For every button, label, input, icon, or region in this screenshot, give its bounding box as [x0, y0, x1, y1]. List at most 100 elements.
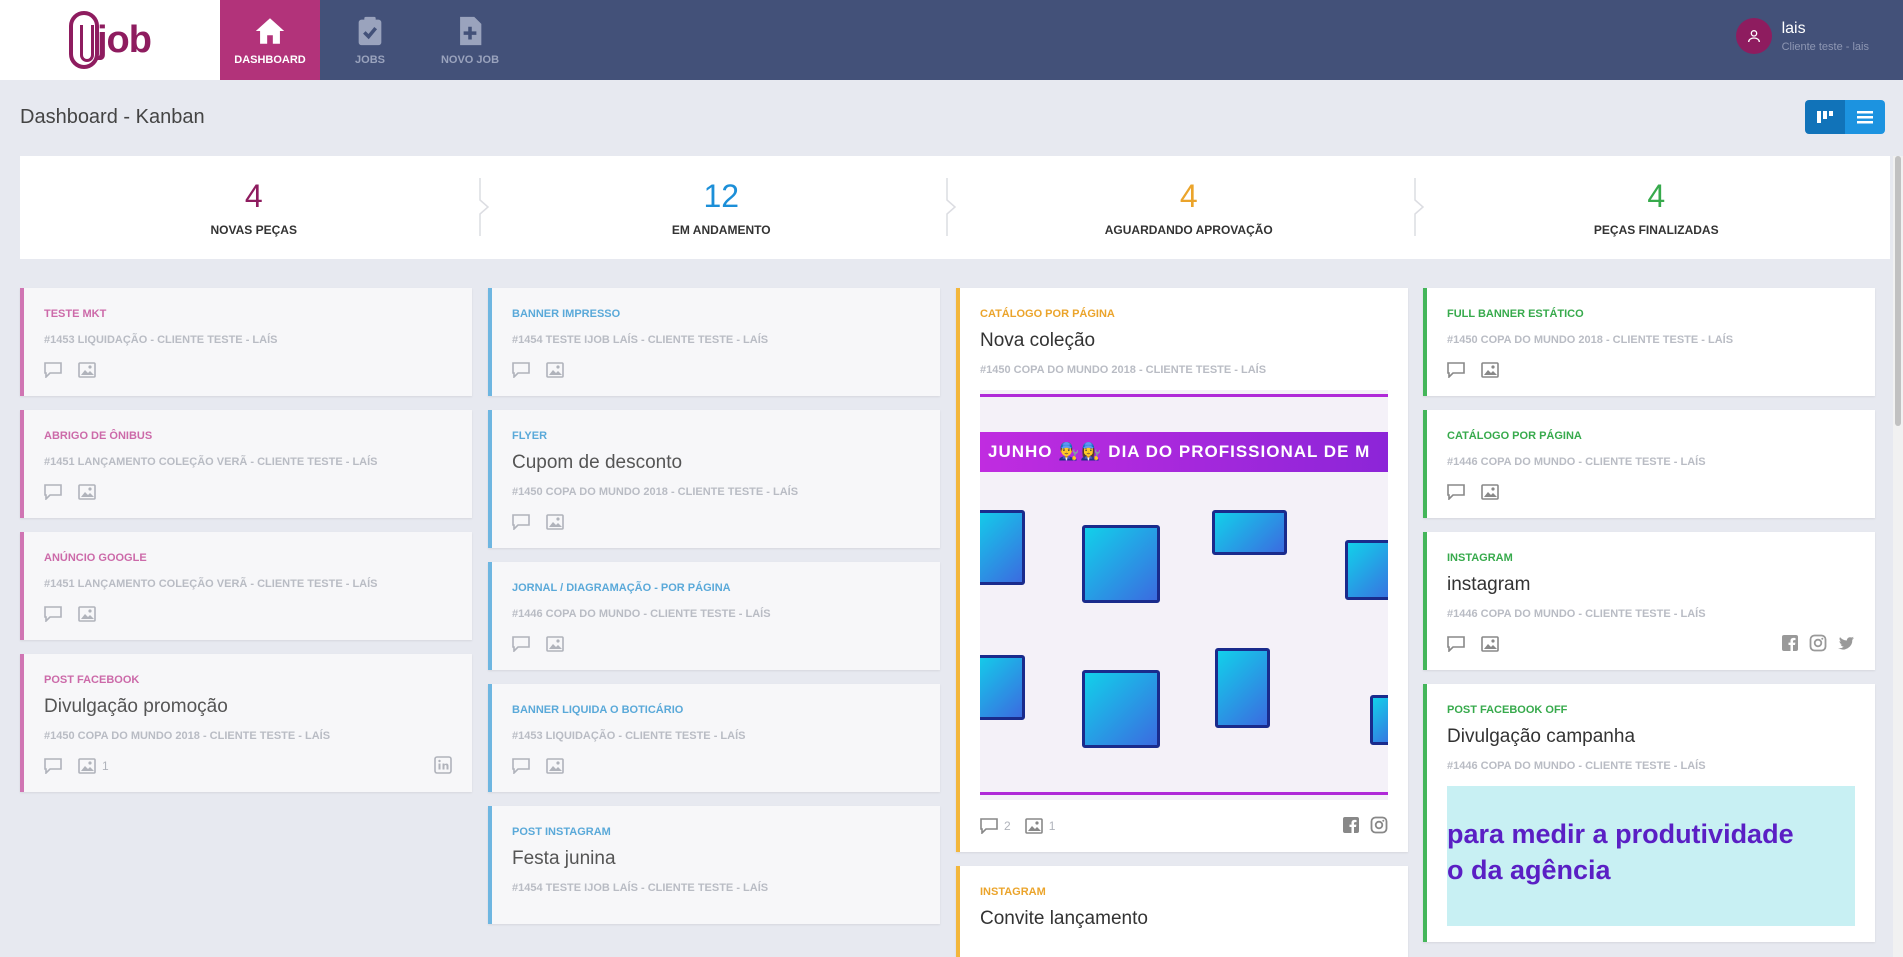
card-meta: 2 1 — [980, 816, 1388, 836]
column-aguardando-aprovacao: CATÁLOGO POR PÁGINA Nova coleção #1450 C… — [956, 288, 1408, 957]
clipboard-check-icon — [358, 16, 382, 46]
comment-icon[interactable] — [44, 483, 64, 501]
image-icon[interactable] — [546, 757, 566, 775]
scrollbar[interactable] — [1893, 156, 1903, 957]
facebook-icon — [1781, 634, 1799, 652]
comment-icon[interactable] — [512, 361, 532, 379]
card-category: CATÁLOGO POR PÁGINA — [1447, 430, 1582, 442]
stat-label: EM ANDAMENTO — [671, 223, 771, 237]
logo[interactable]: job — [0, 0, 220, 80]
scrollbar-thumb[interactable] — [1895, 156, 1901, 426]
image-icon[interactable] — [78, 361, 98, 379]
comment-icon[interactable] — [512, 513, 532, 531]
card-title: instagram — [1447, 574, 1531, 595]
image-icon[interactable] — [78, 605, 98, 623]
job-card[interactable]: INSTAGRAM instagram #1446 COPA DO MUNDO … — [1423, 532, 1875, 670]
job-card[interactable]: TESTE MKT #1453 LIQUIDAÇÃO - CLIENTE TES… — [20, 288, 472, 396]
job-card[interactable]: FLYER Cupom de desconto #1450 COPA DO MU… — [488, 410, 940, 548]
card-image[interactable]: JUNHO 👨‍🔧👩‍🔧 DIA DO PROFISSIONAL DE M — [980, 390, 1388, 800]
stat-em-andamento[interactable]: 12 EM ANDAMENTO — [488, 156, 957, 259]
stat-value: 4 — [244, 178, 263, 214]
divider — [980, 394, 1388, 397]
column-novas-pecas: TESTE MKT #1453 LIQUIDAÇÃO - CLIENTE TES… — [20, 288, 472, 806]
card-category: ANÚNCIO GOOGLE — [44, 552, 147, 564]
comment-icon[interactable] — [44, 605, 64, 623]
user-menu[interactable]: lais Cliente teste - lais — [1735, 18, 1869, 54]
card-category: FULL BANNER ESTÁTICO — [1447, 308, 1584, 320]
card-category: POST INSTAGRAM — [512, 826, 611, 838]
stat-value: 4 — [1647, 178, 1666, 214]
divider — [980, 792, 1388, 795]
image-icon[interactable] — [78, 757, 98, 775]
nav-jobs[interactable]: JOBS — [320, 0, 420, 80]
nav-dashboard[interactable]: DASHBOARD — [220, 0, 320, 80]
image-icon[interactable] — [546, 513, 566, 531]
card-category: CATÁLOGO POR PÁGINA — [980, 308, 1115, 320]
card-ref: #1450 COPA DO MUNDO 2018 - CLIENTE TESTE… — [980, 364, 1267, 376]
home-icon — [255, 18, 285, 44]
stat-aguardando-aprovacao[interactable]: 4 AGUARDANDO APROVAÇÃO — [955, 156, 1424, 259]
job-card[interactable]: POST FACEBOOK Divulgação promoção #1450 … — [20, 654, 472, 792]
job-card[interactable]: POST FACEBOOK OFF Divulgação campanha #1… — [1423, 684, 1875, 942]
image-icon[interactable] — [1481, 483, 1501, 501]
image-icon[interactable] — [1024, 817, 1045, 835]
comment-icon[interactable] — [1447, 483, 1467, 501]
card-ref: #1454 TESTE IJOB LAÍS - CLIENTE TESTE - … — [512, 882, 769, 894]
card-image[interactable]: para medir a produtividade o da agência — [1447, 786, 1855, 926]
image-icon[interactable] — [546, 635, 566, 653]
job-card[interactable]: ABRIGO DE ÔNIBUS #1451 LANÇAMENTO COLEÇÃ… — [20, 410, 472, 518]
stat-label: AGUARDANDO APROVAÇÃO — [1104, 223, 1273, 237]
kanban-view-button[interactable] — [1805, 100, 1845, 134]
card-category: INSTAGRAM — [980, 886, 1046, 898]
twitter-icon — [1837, 634, 1855, 652]
card-ref: #1453 LIQUIDAÇÃO - CLIENTE TESTE - LAÍS — [512, 730, 746, 742]
card-title: Nova coleção — [980, 330, 1096, 351]
comment-icon[interactable] — [512, 757, 532, 775]
card-ref: #1446 COPA DO MUNDO - CLIENTE TESTE - LA… — [1447, 456, 1706, 468]
job-card[interactable]: POST INSTAGRAM Festa junina #1454 TESTE … — [488, 806, 940, 924]
comment-count: 2 — [1004, 819, 1011, 833]
image-icon[interactable] — [78, 483, 98, 501]
card-ref: #1451 LANÇAMENTO COLEÇÃO VERÃ - CLIENTE … — [44, 578, 378, 590]
image-icon[interactable] — [1481, 361, 1501, 379]
card-ref: #1451 LANÇAMENTO COLEÇÃO VERÃ - CLIENTE … — [44, 456, 378, 468]
column-em-andamento: BANNER IMPRESSO #1454 TESTE IJOB LAÍS - … — [488, 288, 940, 938]
card-category: ABRIGO DE ÔNIBUS — [44, 430, 153, 442]
card-ref: #1454 TESTE IJOB LAÍS - CLIENTE TESTE - … — [512, 334, 769, 346]
card-category: TESTE MKT — [44, 308, 107, 320]
list-view-button[interactable] — [1845, 100, 1885, 134]
card-category: POST FACEBOOK OFF — [1447, 704, 1568, 716]
user-subtitle: Cliente teste - lais — [1781, 40, 1869, 53]
job-card[interactable]: BANNER IMPRESSO #1454 TESTE IJOB LAÍS - … — [488, 288, 940, 396]
job-card[interactable]: JORNAL / DIAGRAMAÇÃO - POR PÁGINA #1446 … — [488, 562, 940, 670]
job-card[interactable]: ANÚNCIO GOOGLE #1451 LANÇAMENTO COLEÇÃO … — [20, 532, 472, 640]
stat-novas-pecas[interactable]: 4 NOVAS PEÇAS — [20, 156, 489, 259]
job-card[interactable]: BANNER LIQUIDA O BOTICÁRIO #1453 LIQUIDA… — [488, 684, 940, 792]
user-icon — [1747, 30, 1760, 43]
card-meta — [44, 360, 452, 380]
comment-icon[interactable] — [1447, 635, 1467, 653]
job-card[interactable]: CATÁLOGO POR PÁGINA Nova coleção #1450 C… — [956, 288, 1408, 852]
comment-icon[interactable] — [1447, 361, 1467, 379]
comment-icon[interactable] — [980, 817, 1000, 835]
comment-icon[interactable] — [44, 757, 64, 775]
image-icon[interactable] — [546, 361, 566, 379]
comment-icon[interactable] — [44, 361, 64, 379]
job-card[interactable]: INSTAGRAM Convite lançamento — [956, 866, 1408, 957]
social-icons — [1781, 634, 1855, 652]
social-icons — [1342, 816, 1388, 834]
nav-novo-job[interactable]: NOVO JOB — [420, 0, 520, 80]
image-count: 1 — [102, 759, 109, 773]
paperclip-icon — [69, 11, 99, 69]
card-category: BANNER IMPRESSO — [512, 308, 621, 320]
job-card[interactable]: CATÁLOGO POR PÁGINA #1446 COPA DO MUNDO … — [1423, 410, 1875, 518]
view-toggle — [1805, 100, 1885, 134]
card-ref: #1453 LIQUIDAÇÃO - CLIENTE TESTE - LAÍS — [44, 334, 278, 346]
monitor-illustration — [1345, 540, 1388, 600]
card-ref: #1450 COPA DO MUNDO 2018 - CLIENTE TESTE… — [1447, 334, 1734, 346]
instagram-icon — [1370, 816, 1388, 834]
comment-icon[interactable] — [512, 635, 532, 653]
stat-pecas-finalizadas[interactable]: 4 PEÇAS FINALIZADAS — [1423, 156, 1891, 259]
job-card[interactable]: FULL BANNER ESTÁTICO #1450 COPA DO MUNDO… — [1423, 288, 1875, 396]
image-icon[interactable] — [1481, 635, 1501, 653]
